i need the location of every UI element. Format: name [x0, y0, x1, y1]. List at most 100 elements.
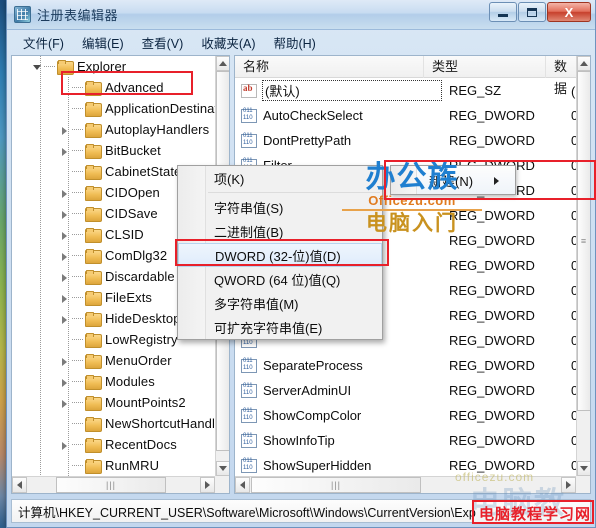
expander-closed-icon[interactable] [58, 287, 71, 308]
expander-closed-icon[interactable] [58, 182, 71, 203]
table-row[interactable]: ShowInfoTip REG_DWORD 0x00 [235, 428, 576, 453]
tree-item-menuorder[interactable]: MenuOrder [12, 350, 215, 371]
table-row[interactable]: DontPrettyPath REG_DWORD 0x00 [235, 128, 576, 153]
tree-item-newshortcuthandler[interactable]: NewShortcutHandler [12, 413, 215, 434]
column-header-name[interactable]: 名称 [235, 56, 423, 78]
folder-icon [85, 396, 102, 411]
tree-item-label: RunMRU [105, 458, 160, 473]
table-row[interactable]: SeparateProcess REG_DWORD 0x00 [235, 353, 576, 378]
value-type-cell: REG_DWORD [449, 133, 535, 148]
expander-closed-icon[interactable] [58, 308, 71, 329]
context-menu-item[interactable]: 可扩充字符串值(E) [178, 315, 382, 339]
context-menu-item-label: DWORD (32-位)值(D) [215, 248, 341, 264]
tree-item-autoplayhandlers[interactable]: AutoplayHandlers [12, 119, 215, 140]
tree-scroll-up-button[interactable] [216, 56, 229, 71]
value-data-cell: 0x00 [563, 458, 576, 473]
context-menu-item[interactable]: DWORD (32-位)值(D) [178, 243, 382, 267]
context-menu-item-label: QWORD (64 位)值(Q) [214, 272, 341, 288]
expander-closed-icon[interactable] [58, 203, 71, 224]
folder-icon [85, 207, 102, 222]
values-scroll-right-button[interactable] [561, 477, 576, 493]
tree-hscroll-thumb[interactable]: ||| [56, 477, 166, 493]
value-data-cell: 0x00 [563, 158, 576, 173]
values-scroll-down-button[interactable] [577, 461, 590, 476]
expander-closed-icon[interactable] [58, 266, 71, 287]
value-data-cell: 0x00 [563, 358, 576, 373]
minimize-button[interactable] [489, 2, 517, 22]
value-type-cell: REG_DWORD [449, 233, 535, 248]
values-hscroll-thumb[interactable]: ||| [251, 477, 421, 493]
tree-horizontal-scrollbar[interactable]: ||| [12, 476, 215, 493]
expander-open-icon[interactable] [30, 56, 43, 77]
arrow-down-icon [219, 466, 227, 471]
value-type-cell: REG_DWORD [449, 433, 535, 448]
expander-closed-icon[interactable] [58, 350, 71, 371]
binary-value-icon [241, 133, 257, 148]
folder-icon [85, 270, 102, 285]
tree-item-mountpoints2[interactable]: MountPoints2 [12, 392, 215, 413]
tree-connector-line [43, 56, 57, 77]
values-vertical-scrollbar[interactable]: ≡ [576, 56, 590, 476]
value-data-cell: 0x00 [563, 283, 576, 298]
values-scroll-left-button[interactable] [235, 477, 250, 493]
folder-icon [85, 459, 102, 474]
values-horizontal-scrollbar[interactable]: ||| [235, 476, 576, 493]
expander-closed-icon[interactable] [58, 140, 71, 161]
tree-connector-line [71, 98, 85, 119]
tree-scroll-right-button[interactable] [200, 477, 215, 493]
value-name-cell: SeparateProcess [263, 358, 363, 373]
table-row[interactable]: (默认) REG_SZ (数值 [235, 78, 576, 103]
arrow-right-icon [566, 481, 571, 489]
tree-item-modules[interactable]: Modules [12, 371, 215, 392]
table-row[interactable]: ShowCompColor REG_DWORD 0x00 [235, 403, 576, 428]
arrow-down-icon [580, 466, 588, 471]
maximize-button[interactable] [518, 2, 546, 22]
column-header-data[interactable]: 数据 [545, 56, 576, 96]
table-row[interactable]: AutoCheckSelect REG_DWORD 0x00 [235, 103, 576, 128]
tree-item-label: MenuOrder [105, 353, 172, 368]
expander-closed-icon[interactable] [58, 434, 71, 455]
menu-help[interactable]: 帮助(H) [265, 30, 323, 55]
close-button[interactable]: X [547, 2, 591, 22]
expander-closed-icon[interactable] [58, 371, 71, 392]
tree-item-explorer[interactable]: Explorer [12, 56, 215, 77]
tree-item-applicationdestinatio[interactable]: ApplicationDestinatio [12, 98, 215, 119]
values-vscroll-thumb[interactable]: ≡ [577, 71, 590, 411]
value-name-cell: ShowSuperHidden [263, 458, 372, 473]
tree-item-advanced[interactable]: Advanced [12, 77, 215, 98]
menu-edit[interactable]: 编辑(E) [74, 30, 132, 55]
expander-closed-icon[interactable] [58, 224, 71, 245]
context-menu-item[interactable]: 项(K) [178, 166, 382, 190]
column-header-type[interactable]: 类型 [423, 56, 545, 78]
tree-scroll-down-button[interactable] [216, 461, 229, 476]
tree-connector-line [71, 308, 85, 329]
menu-favorites[interactable]: 收藏夹(A) [193, 30, 263, 55]
tree-item-label: AutoplayHandlers [105, 122, 210, 137]
value-data-cell: 0x00 [563, 433, 576, 448]
tree-item-runmru[interactable]: RunMRU [12, 455, 215, 476]
expander-closed-icon[interactable] [58, 119, 71, 140]
value-type-cell: REG_SZ [449, 83, 502, 98]
menu-file[interactable]: 文件(F) [15, 30, 72, 55]
context-menu-item[interactable]: 二进制值(B) [178, 219, 382, 243]
context-menu-item[interactable]: 多字符串值(M) [178, 291, 382, 315]
menu-view[interactable]: 查看(V) [134, 30, 192, 55]
tree-item-recentdocs[interactable]: RecentDocs [12, 434, 215, 455]
tree-item-label: FileExts [105, 290, 153, 305]
context-menu-item[interactable]: 字符串值(S) [178, 195, 382, 219]
menu-item-new[interactable]: 新建(N) [390, 165, 516, 195]
arrow-right-icon [205, 481, 210, 489]
tree-item-bitbucket[interactable]: BitBucket [12, 140, 215, 161]
values-scroll-up-button[interactable] [577, 56, 590, 71]
table-row[interactable]: ShowSuperHidden REG_DWORD 0x00 [235, 453, 576, 476]
context-menu-item[interactable]: QWORD (64 位)值(Q) [178, 267, 382, 291]
value-type-cell: REG_DWORD [449, 408, 535, 423]
expander-closed-icon[interactable] [58, 245, 71, 266]
expander-closed-icon[interactable] [58, 392, 71, 413]
chevron-right-icon [494, 177, 499, 185]
folder-icon [57, 60, 74, 75]
value-name-cell: AutoCheckSelect [263, 108, 363, 123]
tree-scroll-left-button[interactable] [12, 477, 27, 493]
context-menu-item-label: 可扩充字符串值(E) [214, 320, 323, 336]
table-row[interactable]: ServerAdminUI REG_DWORD 0x00 [235, 378, 576, 403]
